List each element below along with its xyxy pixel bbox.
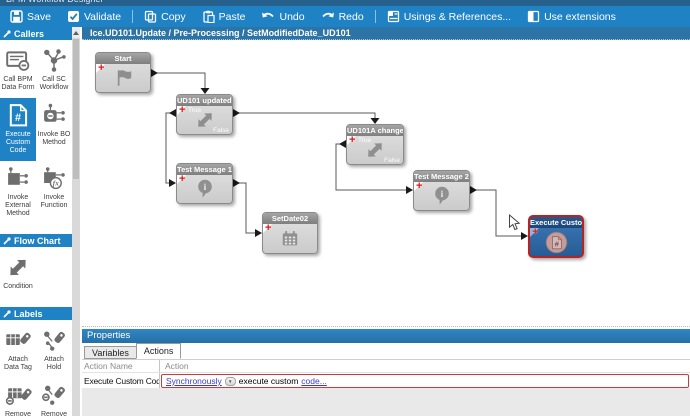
properties-empty-area xyxy=(82,388,690,416)
add-connection-icon[interactable] xyxy=(349,135,355,146)
add-connection-icon[interactable] xyxy=(416,181,422,192)
execute-custom-code-icon: # xyxy=(4,102,32,129)
false-branch-label: False xyxy=(213,127,229,134)
save-icon xyxy=(10,10,23,23)
actions-table-header: Action Name Action xyxy=(82,360,690,373)
call-bpm-data-form-icon xyxy=(4,47,32,74)
paste-icon xyxy=(202,10,215,23)
code-link[interactable]: code... xyxy=(301,376,327,386)
tab-variables[interactable]: Variables xyxy=(84,346,137,359)
invoke-function-icon: fx xyxy=(40,165,68,192)
toolbar-separator xyxy=(132,10,133,23)
invoke-external-method-icon xyxy=(4,165,32,192)
node-test-message-2[interactable]: Test Message 2 i xyxy=(413,170,470,211)
sidebar-item-execute-custom-code[interactable]: # Execute Custom Code xyxy=(0,98,36,161)
validate-icon xyxy=(67,10,80,23)
call-sc-workflow-icon xyxy=(40,47,68,74)
section-tools-icon xyxy=(3,237,11,245)
sidebar-item-invoke-function[interactable]: fx Invoke Function xyxy=(36,161,72,224)
section-header-callers[interactable]: Callers xyxy=(0,27,72,40)
column-action-name: Action Name xyxy=(82,360,160,372)
copy-icon xyxy=(144,10,157,23)
svg-text:#: # xyxy=(554,239,559,248)
properties-tabs: Variables Actions xyxy=(82,343,690,360)
svg-text:i: i xyxy=(440,189,443,200)
sidebar-item-invoke-external-method[interactable]: Invoke External Method xyxy=(0,161,36,224)
remove-data-tag-icon xyxy=(4,382,32,409)
scroll-up-icon xyxy=(73,31,79,35)
sidebar-item-attach-data-tag[interactable]: Attach Data Tag xyxy=(0,323,36,378)
redo-button[interactable]: Redo xyxy=(313,6,372,27)
toolbox-sidebar: Callers Call BPM Data Form Call SC Workf… xyxy=(0,27,72,416)
svg-text:i: i xyxy=(203,182,206,193)
sidebar-item-call-bpm-data-form[interactable]: Call BPM Data Form xyxy=(0,43,36,98)
action-static-text: execute custom xyxy=(239,376,299,386)
properties-header: Properties xyxy=(82,329,690,343)
sidebar-item-invoke-bo-method[interactable]: Invoke BO Method xyxy=(36,98,72,161)
column-action: Action xyxy=(160,360,690,372)
redo-icon xyxy=(321,11,335,23)
save-button[interactable]: Save xyxy=(2,6,59,27)
synchronously-dropdown-link[interactable]: Synchronously xyxy=(166,376,222,386)
node-setdate02[interactable]: SetDate02 xyxy=(262,212,318,254)
paste-button[interactable]: Paste xyxy=(194,6,254,27)
action-cell: Synchronously execute custom code... xyxy=(161,374,689,388)
section-tools-icon xyxy=(3,310,11,318)
copy-button[interactable]: Copy xyxy=(136,6,194,27)
node-execute-custom-code[interactable]: Execute Custom Code 3 # xyxy=(528,215,584,258)
add-connection-icon[interactable] xyxy=(179,105,185,116)
false-branch-label: False xyxy=(384,157,400,164)
add-connection-icon[interactable] xyxy=(265,223,271,234)
use-extensions-icon xyxy=(527,10,540,23)
scrollbar-thumb[interactable] xyxy=(73,39,79,179)
undo-button[interactable]: Undo xyxy=(253,6,312,27)
node-ud101-updated[interactable]: UD101 updated? True False xyxy=(176,94,233,135)
section-tools-icon xyxy=(3,30,11,38)
action-name-cell: Execute Custom Code 3 xyxy=(82,373,160,388)
section-header-labels[interactable]: Labels xyxy=(0,307,72,320)
add-connection-icon[interactable] xyxy=(98,63,104,74)
breadcrumb: Ice.UD101.Update / Pre-Processing / SetM… xyxy=(82,27,690,40)
action-row[interactable]: Execute Custom Code 3 Synchronously exec… xyxy=(82,373,690,388)
node-ud101a-changed[interactable]: UD101A changed? True False xyxy=(346,124,404,165)
usings-references-icon xyxy=(387,10,400,23)
sidebar-item-call-sc-workflow[interactable]: Call SC Workflow xyxy=(36,43,72,98)
usings-references-button[interactable]: Usings & References... xyxy=(379,6,519,27)
attach-hold-icon xyxy=(40,327,68,354)
toolbar: Save Validate Copy Paste Undo Redo Using… xyxy=(0,6,690,27)
invoke-bo-method-icon xyxy=(40,102,68,129)
remove-hold-icon xyxy=(40,382,68,409)
node-start[interactable]: Start xyxy=(95,52,151,93)
sidebar-item-attach-hold[interactable]: Attach Hold xyxy=(36,323,72,378)
validate-button[interactable]: Validate xyxy=(59,6,129,27)
toolbar-separator xyxy=(375,10,376,23)
scroll-up-button[interactable] xyxy=(72,27,80,38)
add-connection-icon[interactable] xyxy=(532,227,538,238)
tab-actions[interactable]: Actions xyxy=(136,343,182,359)
use-extensions-button[interactable]: Use extensions xyxy=(519,6,624,27)
condition-icon xyxy=(4,254,32,281)
true-branch-label: True xyxy=(358,137,371,144)
true-branch-label: True xyxy=(188,107,201,114)
add-connection-icon[interactable] xyxy=(179,174,185,185)
dropdown-arrow-icon[interactable] xyxy=(225,377,236,386)
attach-data-tag-icon xyxy=(4,327,32,354)
svg-text:fx: fx xyxy=(53,180,59,188)
properties-panel: Properties Variables Actions Action Name… xyxy=(82,326,690,416)
undo-icon xyxy=(261,11,275,23)
mouse-cursor xyxy=(508,214,521,231)
sidebar-item-condition[interactable]: Condition xyxy=(0,250,36,297)
svg-text:#: # xyxy=(15,112,21,124)
sidebar-scrollbar[interactable] xyxy=(72,27,82,416)
connector-wires xyxy=(82,40,688,326)
node-test-message-1[interactable]: Test Message 1 i xyxy=(176,163,233,204)
sidebar-item-remove-data-tag[interactable]: Remove Data Tag xyxy=(0,378,36,416)
flowchart-canvas[interactable]: Start UD101 updated? True False xyxy=(82,40,690,326)
window-title: BPM Workflow Designer xyxy=(6,0,690,4)
sidebar-item-remove-hold[interactable]: Remove Hold xyxy=(36,378,72,416)
section-header-flow-chart[interactable]: Flow Chart xyxy=(0,234,72,247)
